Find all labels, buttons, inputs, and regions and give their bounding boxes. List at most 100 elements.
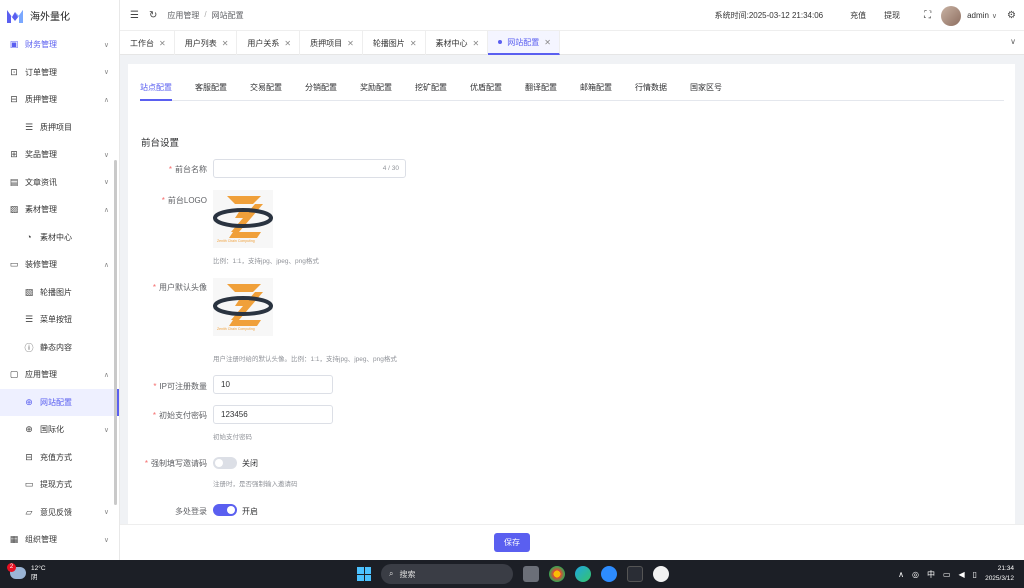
- picture-icon: ▧: [24, 286, 34, 297]
- chevron-up-icon[interactable]: ∧: [898, 570, 904, 579]
- tab-site-config[interactable]: 网站配置 ✕: [488, 31, 560, 55]
- sidebar-item-prizes[interactable]: ⊞ 奖品管理 ∨: [0, 141, 119, 169]
- subtab-mining[interactable]: 挖矿配置: [415, 82, 447, 101]
- network-icon[interactable]: ▭: [943, 570, 951, 579]
- sidebar-item-menu-buttons[interactable]: ☰ 菜单按钮: [0, 306, 119, 334]
- sidebar-item-organization[interactable]: ▦ 组织管理 ∨: [0, 526, 119, 554]
- subtab-reward[interactable]: 奖励配置: [360, 82, 392, 101]
- org-icon: ▦: [9, 534, 19, 545]
- sidebar-item-feedback[interactable]: ▱ 意见反馈 ∨: [0, 499, 119, 527]
- close-icon[interactable]: ✕: [284, 39, 291, 48]
- tab-material-center[interactable]: 素材中心 ✕: [426, 31, 489, 55]
- sidebar-item-pledge-projects[interactable]: ☰ 质押项目: [0, 114, 119, 142]
- chevron-up-icon: ∧: [103, 261, 109, 269]
- sidebar-item-label: 奖品管理: [25, 150, 57, 160]
- tab-user-list[interactable]: 用户列表 ✕: [175, 31, 238, 55]
- chevron-down-icon[interactable]: ∨: [992, 12, 997, 20]
- sidebar-item-site-config[interactable]: ⊕ 网站配置: [0, 388, 119, 416]
- save-button[interactable]: 保存: [494, 533, 530, 552]
- menu-fold-icon[interactable]: ☰: [130, 10, 139, 21]
- os-taskbar: 2 12°C 阴 ⌕ 搜索 ∧ ◎ 中 ▭ ◀ ▯ 21:34 2025/3/1…: [0, 560, 1024, 588]
- breadcrumb-item[interactable]: 应用管理: [167, 10, 199, 21]
- fullscreen-icon[interactable]: ⛶: [924, 10, 931, 21]
- subtab-email[interactable]: 邮箱配置: [580, 82, 612, 101]
- subtab-udun[interactable]: 优盾配置: [470, 82, 502, 101]
- ip-limit-input[interactable]: 10: [213, 375, 333, 394]
- close-icon[interactable]: ✕: [544, 38, 551, 47]
- site-logo-upload[interactable]: Zenith Chain Computing: [213, 190, 273, 248]
- tab-label: 素材中心: [435, 38, 468, 48]
- edge-icon[interactable]: [575, 566, 591, 582]
- folder-icon: ▭: [24, 479, 34, 490]
- sidebar-item-material-center[interactable]: ◔ 素材中心: [0, 224, 119, 252]
- windows-start-icon[interactable]: [357, 567, 371, 581]
- avatar[interactable]: [941, 5, 962, 26]
- switch-knob: [215, 459, 223, 467]
- site-logo-label: * 前台LOGO: [162, 195, 207, 206]
- subtab-site[interactable]: 站点配置: [140, 82, 172, 101]
- qq-icon[interactable]: [653, 566, 669, 582]
- taskbar-search[interactable]: ⌕ 搜索: [381, 564, 513, 584]
- withdraw-link[interactable]: 提现: [884, 10, 900, 21]
- terminal-icon[interactable]: [627, 566, 643, 582]
- sidebar-item-recharge-methods[interactable]: ⊟ 充值方式: [0, 444, 119, 472]
- close-icon[interactable]: ✕: [410, 39, 417, 48]
- label-text: 前台名称: [175, 165, 207, 174]
- multi-login-switch[interactable]: [213, 504, 237, 516]
- init-pay-password-input[interactable]: 123456: [213, 405, 333, 424]
- volume-icon[interactable]: ◀: [959, 570, 965, 579]
- sidebar-item-pledge[interactable]: ⊟ 质押管理 ∧: [0, 86, 119, 114]
- app-logo[interactable]: 海外量化: [0, 0, 119, 31]
- taskbar-clock[interactable]: 21:34 2025/3/12: [985, 564, 1014, 584]
- top-header: ☰ ↻ 应用管理 / 网站配置 系统时间:2025-03-12 21:34:06…: [120, 0, 1024, 31]
- sidebar-item-withdraw-methods[interactable]: ▭ 提现方式: [0, 471, 119, 499]
- chevron-down-icon[interactable]: ∨: [1010, 37, 1016, 46]
- battery-icon[interactable]: ▯: [973, 570, 977, 579]
- subtab-distribution[interactable]: 分销配置: [305, 82, 337, 101]
- sidebar-item-orders[interactable]: ⊡ 订单管理 ∨: [0, 59, 119, 87]
- sidebar-item-carousel[interactable]: ▧ 轮播图片: [0, 279, 119, 307]
- tab-pledge-projects[interactable]: 质押项目 ✕: [300, 31, 363, 55]
- chrome-icon[interactable]: [549, 566, 565, 582]
- dashboard-icon: ◔: [26, 232, 32, 243]
- sidebar-item-static-content[interactable]: ⓘ 静态内容: [0, 334, 119, 362]
- sidebar-item-apps[interactable]: ▢ 应用管理 ∧: [0, 361, 119, 389]
- subtab-trade[interactable]: 交易配置: [250, 82, 282, 101]
- tab-carousel[interactable]: 轮播图片 ✕: [363, 31, 426, 55]
- search-placeholder: 搜索: [399, 569, 416, 579]
- subtab-country-code[interactable]: 国家区号: [690, 82, 722, 101]
- ime-indicator[interactable]: 中: [927, 569, 935, 580]
- info-icon: ⓘ: [24, 342, 34, 353]
- close-icon[interactable]: ✕: [159, 39, 166, 48]
- subtab-translation[interactable]: 翻译配置: [525, 82, 557, 101]
- browser-icon[interactable]: [601, 566, 617, 582]
- task-view-icon[interactable]: [523, 566, 539, 582]
- default-avatar-label: * 用户默认头像: [153, 282, 207, 293]
- tab-label: 网站配置: [507, 37, 540, 47]
- default-avatar-upload[interactable]: Zenith Chain Computing: [213, 278, 273, 336]
- sidebar-item-finance[interactable]: ▣ 财务管理 ∨: [0, 31, 119, 59]
- subtab-service[interactable]: 客服配置: [195, 82, 227, 101]
- refresh-icon[interactable]: ↻: [149, 10, 157, 21]
- tab-user-relations[interactable]: 用户关系 ✕: [237, 31, 301, 55]
- sidebar-item-articles[interactable]: ▤ 文章资讯 ∨: [0, 169, 119, 197]
- close-icon[interactable]: ✕: [473, 39, 480, 48]
- username[interactable]: admin: [967, 11, 989, 20]
- sidebar-item-decoration[interactable]: ▭ 装修管理 ∧: [0, 251, 119, 279]
- weather-widget[interactable]: 2 12°C 阴: [7, 563, 46, 582]
- site-name-input[interactable]: 4 / 30: [213, 159, 406, 178]
- subtab-market-data[interactable]: 行情数据: [635, 82, 667, 101]
- close-icon[interactable]: ✕: [347, 39, 354, 48]
- recharge-link[interactable]: 充值: [850, 10, 866, 21]
- sidebar-scrollbar[interactable]: [114, 160, 117, 505]
- sidebar-item-materials[interactable]: ▨ 素材管理 ∧: [0, 196, 119, 224]
- gear-icon[interactable]: ⚙: [1007, 10, 1016, 21]
- sidebar-item-i18n[interactable]: ⊕ 国际化 ∨: [0, 416, 119, 444]
- tray-app-icon[interactable]: ◎: [912, 570, 919, 579]
- tab-workbench[interactable]: 工作台 ✕: [120, 31, 175, 55]
- sidebar-item-label: 菜单按钮: [40, 315, 72, 325]
- close-icon[interactable]: ✕: [222, 39, 229, 48]
- site-name-label: * 前台名称: [169, 164, 207, 175]
- tab-label: 用户关系: [247, 38, 280, 48]
- force-invite-switch[interactable]: [213, 457, 237, 469]
